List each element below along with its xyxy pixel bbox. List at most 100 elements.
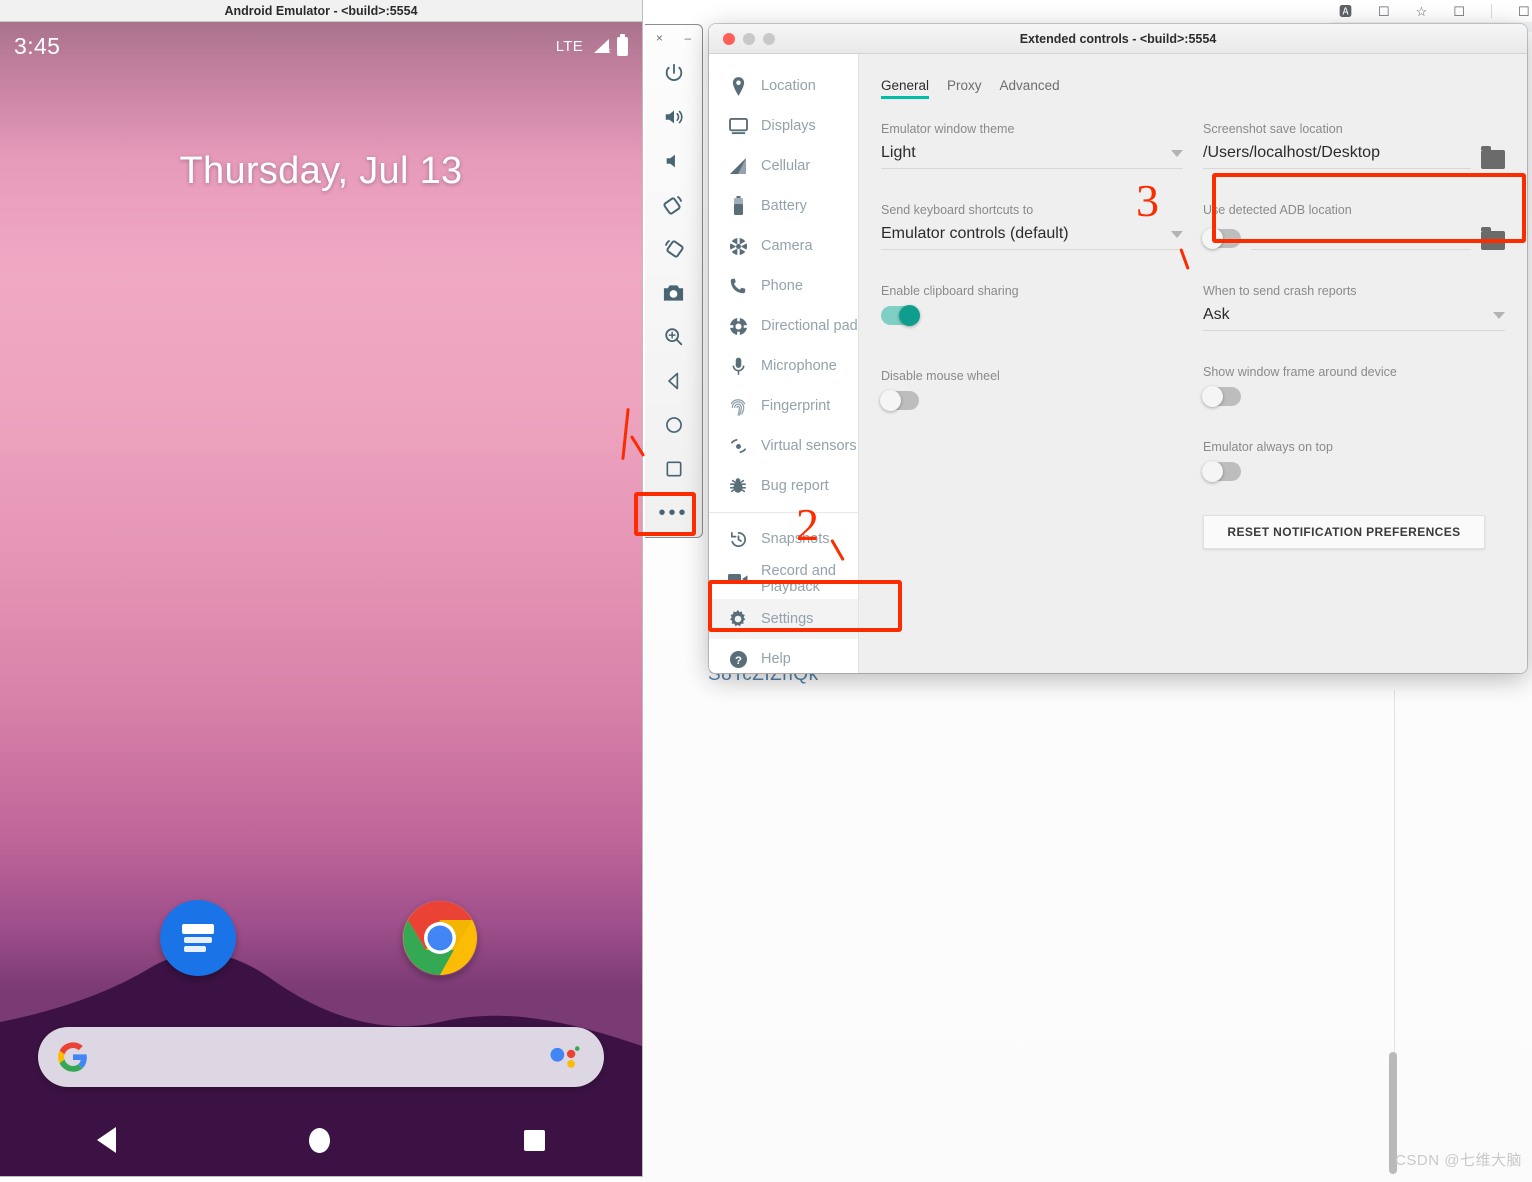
- use-detected-adb-location-row[interactable]: [1202, 225, 1505, 250]
- gear-icon: [727, 608, 749, 630]
- chevron-down-icon: [1171, 230, 1183, 238]
- sidebar-item-location[interactable]: Location: [709, 66, 858, 106]
- microphone-icon: [727, 355, 749, 377]
- use-detected-adb-location-label: Use detected ADB location: [1203, 203, 1352, 217]
- dpad-icon: [727, 315, 749, 337]
- lockscreen-date: Thursday, Jul 13: [179, 150, 463, 192]
- tab-general[interactable]: General: [881, 78, 930, 99]
- emulator-always-on-top-toggle[interactable]: [1202, 461, 1241, 482]
- sidebar-item-camera[interactable]: Camera: [709, 226, 858, 266]
- sidebar-item-label: Phone: [761, 278, 803, 294]
- emulator-device-screen[interactable]: 3:45 LTE × Thursday, Jul 13: [0, 22, 642, 1176]
- send-keyboard-shortcuts-value: Emulator controls (default): [881, 225, 1069, 242]
- back-button[interactable]: [651, 359, 697, 403]
- sidebar-item-settings[interactable]: Settings: [709, 599, 858, 639]
- home-screen-app-row: [0, 900, 642, 980]
- use-detected-adb-location-toggle[interactable]: [1202, 228, 1241, 249]
- extended-controls-sidebar: Location Displays Cellular Battery Camer…: [709, 54, 859, 673]
- screenshot-button[interactable]: [651, 271, 697, 315]
- sidebar-item-bug-report[interactable]: Bug report: [709, 466, 858, 506]
- chrome-glyph: [403, 901, 477, 975]
- when-to-send-crash-reports-select[interactable]: Ask: [1203, 306, 1505, 331]
- settings-right-column: Screenshot save location /Users/localhos…: [1202, 122, 1505, 549]
- tab-proxy[interactable]: Proxy: [947, 78, 982, 98]
- sidebar-item-label: Settings: [761, 611, 814, 627]
- volume-up-button[interactable]: [651, 95, 697, 139]
- camera-aperture-icon: [727, 235, 749, 257]
- overview-button[interactable]: [651, 447, 697, 491]
- show-window-frame-toggle[interactable]: [1202, 386, 1241, 407]
- cast-icon[interactable]: ☐: [1378, 5, 1390, 18]
- watermark: CSDN @七维大脑: [1395, 1152, 1522, 1169]
- reset-notification-preferences-button[interactable]: RESET NOTIFICATION PREFERENCES: [1203, 515, 1485, 549]
- google-assistant-icon: [550, 1046, 580, 1068]
- sidebar-item-label: Snapshots: [761, 531, 830, 547]
- enable-clipboard-sharing-toggle[interactable]: [881, 305, 920, 326]
- field-emulator-window-theme: Emulator window theme Light: [881, 122, 1183, 169]
- send-keyboard-shortcuts-label: Send keyboard shortcuts to: [881, 203, 1034, 217]
- rotate-right-icon: [664, 240, 684, 258]
- sidebar-item-snapshots[interactable]: Snapshots: [709, 519, 858, 559]
- back-icon: [667, 372, 678, 390]
- more-dots-icon: •••: [658, 502, 689, 524]
- translate-icon[interactable]: 🅰: [1339, 5, 1352, 18]
- history-clock-icon: [727, 528, 749, 550]
- power-button[interactable]: [651, 51, 697, 95]
- sidebar-item-record-and-playback[interactable]: Record and Playback: [709, 559, 858, 599]
- messages-app-icon[interactable]: [160, 900, 236, 976]
- video-camera-icon: [727, 568, 749, 590]
- close-icon[interactable]: ×: [656, 31, 663, 45]
- bookmark-icon[interactable]: ☆: [1416, 5, 1428, 18]
- sidebar-item-microphone[interactable]: Microphone: [709, 346, 858, 386]
- screenshot-save-location-value[interactable]: /Users/localhost/Desktop: [1203, 144, 1471, 169]
- overview-icon: [666, 461, 681, 477]
- toolbar-window-buttons: × –: [645, 25, 702, 51]
- cellular-signal-icon: [727, 155, 749, 177]
- bug-icon: [727, 475, 749, 497]
- emulator-title-bar: Android Emulator - <build>:5554: [0, 0, 642, 22]
- screenshot-save-location-label: Screenshot save location: [1203, 122, 1343, 136]
- google-search-pill[interactable]: [38, 1027, 604, 1087]
- sidebar-item-directional-pad[interactable]: Directional pad: [709, 306, 858, 346]
- folder-icon[interactable]: [1481, 146, 1505, 169]
- status-network-label: LTE: [555, 37, 583, 55]
- sidebar-item-virtual-sensors[interactable]: Virtual sensors: [709, 426, 858, 466]
- sidebar-item-battery[interactable]: Battery: [709, 186, 858, 226]
- adb-location-value[interactable]: [1251, 225, 1471, 250]
- volume-down-button[interactable]: [651, 139, 697, 183]
- home-circle-icon[interactable]: [309, 1127, 331, 1153]
- zoom-button[interactable]: [651, 315, 697, 359]
- screenshot-save-location-row[interactable]: /Users/localhost/Desktop: [1203, 144, 1505, 169]
- settings-tabs: General Proxy Advanced: [881, 70, 1505, 99]
- sidebar-item-label: Battery: [761, 198, 807, 214]
- sidebar-item-label: Displays: [761, 118, 816, 134]
- rotate-left-button[interactable]: [651, 183, 697, 227]
- location-pin-icon: [727, 75, 749, 97]
- back-triangle-icon[interactable]: [96, 1127, 116, 1153]
- send-keyboard-shortcuts-select[interactable]: Emulator controls (default): [881, 225, 1183, 250]
- svg-text:?: ?: [735, 654, 742, 666]
- home-icon: [665, 417, 682, 433]
- home-button[interactable]: [651, 403, 697, 447]
- recents-square-icon[interactable]: [524, 1129, 546, 1151]
- comment-icon[interactable]: ☐: [1453, 5, 1465, 18]
- sidebar-item-label: Camera: [761, 238, 813, 254]
- page-vertical-rule: [1394, 690, 1395, 1082]
- sidebar-item-phone[interactable]: Phone: [709, 266, 858, 306]
- extended-controls-title: Extended controls - <build>:5554: [1019, 31, 1217, 46]
- minimize-icon[interactable]: –: [684, 31, 691, 45]
- emulator-window-theme-select[interactable]: Light: [881, 144, 1183, 169]
- tab-advanced[interactable]: Advanced: [1000, 78, 1060, 98]
- settings-left-column: Emulator window theme Light Send keyboar…: [880, 122, 1183, 549]
- chrome-app-icon[interactable]: [402, 900, 478, 976]
- sidebar-item-cellular[interactable]: Cellular: [709, 146, 858, 186]
- rotate-right-button[interactable]: [651, 227, 697, 271]
- show-window-frame-label: Show window frame around device: [1203, 365, 1397, 379]
- extension-icon[interactable]: ☐: [1518, 5, 1530, 18]
- sidebar-item-displays[interactable]: Displays: [709, 106, 858, 146]
- sidebar-item-help[interactable]: ? Help: [709, 639, 858, 673]
- folder-icon[interactable]: [1481, 227, 1505, 250]
- sidebar-item-fingerprint[interactable]: Fingerprint: [709, 386, 858, 426]
- more-button[interactable]: •••: [651, 491, 697, 535]
- disable-mouse-wheel-toggle[interactable]: [880, 390, 919, 411]
